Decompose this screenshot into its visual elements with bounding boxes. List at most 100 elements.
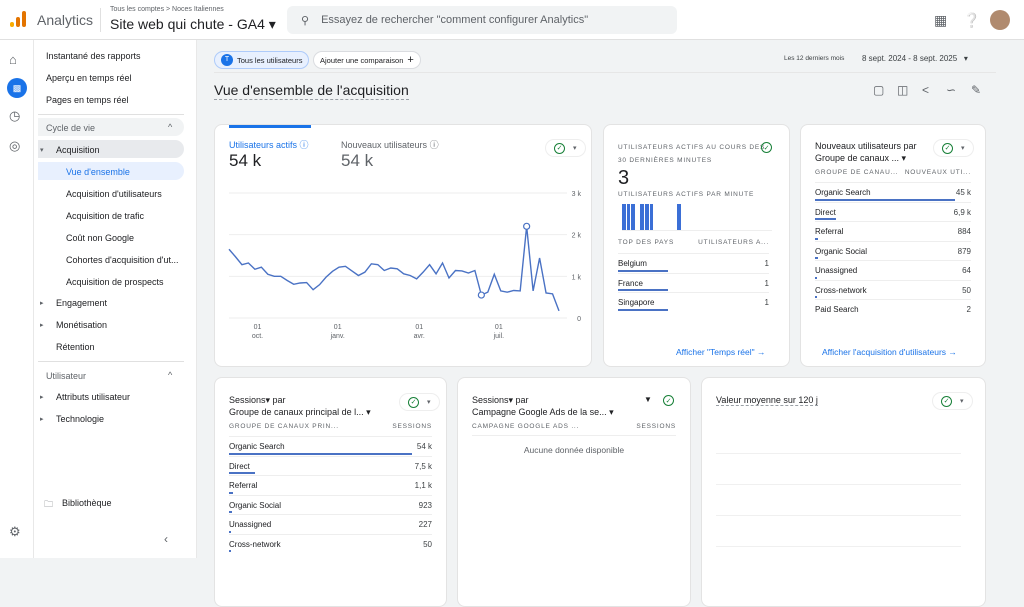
nav-realtime-pages[interactable]: Pages en temps réel <box>46 95 129 105</box>
table-row[interactable]: Unassigned 64 <box>815 260 971 280</box>
nav-item-user-acquisition[interactable]: Acquisition d'utilisateurs <box>66 189 162 199</box>
dimension-selector[interactable]: Groupe de canaux principal de l... ▾ <box>229 407 371 417</box>
check-circle-icon: ✓ <box>663 395 674 406</box>
table-row[interactable]: Referral 884 <box>815 221 971 241</box>
card-title: Nouveaux utilisateurs par Groupe de canau… <box>815 140 917 164</box>
table-row[interactable]: Cross-network 50 <box>229 533 432 554</box>
col-header-channel[interactable]: GROUPE DE CANAUX PRIN... <box>229 423 339 430</box>
compare-icon[interactable]: ◫ <box>897 83 908 97</box>
col-header-sessions[interactable]: SESSIONS <box>392 423 432 430</box>
row-label: Cross-network <box>229 539 281 549</box>
table-row[interactable]: Singapore 1 <box>618 292 769 312</box>
card-options-button[interactable]: ✓ ▾ <box>932 392 973 410</box>
segment-chip[interactable]: T Tous les utilisateurs <box>214 51 310 69</box>
per-minute-bars <box>622 204 772 231</box>
notes-icon[interactable]: ▢ <box>873 83 884 97</box>
nav-retention[interactable]: Rétention <box>56 342 95 352</box>
col-header-sessions[interactable]: SESSIONS <box>636 423 676 430</box>
insights-icon[interactable]: ∽ <box>946 83 956 97</box>
nav-item-traffic-acquisition[interactable]: Acquisition de trafic <box>66 211 144 221</box>
table-row[interactable]: Direct 6,9 k <box>815 201 971 222</box>
link-label: Afficher "Temps réel" <box>676 347 755 357</box>
home-icon[interactable]: ⌂ <box>9 52 17 67</box>
col-header-new-users[interactable]: NOUVEAUX UTI... <box>905 169 971 176</box>
table-row[interactable]: Paid Search 2 <box>815 299 971 319</box>
nav-engagement[interactable]: Engagement <box>56 298 107 308</box>
nav-monetisation[interactable]: Monétisation <box>56 320 107 330</box>
table-row[interactable]: Organic Social 923 <box>229 494 432 515</box>
nav-item-overview[interactable]: Vue d'ensemble <box>66 167 130 177</box>
advertising-icon[interactable]: ◎ <box>9 138 20 154</box>
check-circle-icon: ✓ <box>761 142 772 153</box>
y-tick-label: 2 k <box>572 233 582 240</box>
view-user-acquisition-link[interactable]: Afficher l'acquisition d'utilisateurs → <box>822 347 957 357</box>
nav-item-non-google-cost[interactable]: Coût non Google <box>66 233 134 243</box>
row-label: Unassigned <box>229 520 272 529</box>
row-label: Referral <box>815 227 844 236</box>
avatar[interactable] <box>990 10 1010 30</box>
apps-grid-icon[interactable]: ▦ <box>934 12 947 29</box>
share-icon[interactable]: < <box>922 83 929 97</box>
breadcrumb[interactable]: Tous les comptes > Noces Italiennes <box>110 6 224 13</box>
nav-realtime-overview[interactable]: Aperçu en temps réel <box>46 73 132 83</box>
settings-gear-icon[interactable]: ⚙ <box>9 524 21 540</box>
filter-icon[interactable]: ▼ <box>644 395 652 404</box>
metric-selector[interactable]: Sessions▾ par <box>229 395 286 405</box>
card-options-button[interactable]: ✓ ▾ <box>399 393 440 411</box>
row-value: 2 <box>966 305 971 314</box>
series-line <box>228 226 560 312</box>
row-value: 1,1 k <box>414 481 432 490</box>
card-title[interactable]: Valeur moyenne sur 120 j <box>716 395 818 406</box>
table-row[interactable]: Unassigned 227 <box>229 514 432 534</box>
caret-down-icon: ▾ <box>959 54 968 63</box>
table-row[interactable]: Referral 1,1 k <box>229 475 432 495</box>
anomaly-point <box>523 222 531 230</box>
row-bar <box>815 296 817 298</box>
collapse-chevron-icon[interactable]: ‹ <box>164 532 168 546</box>
overview-chart-card: Utilisateurs actifs ⓘ 54 k Nouveaux util… <box>214 124 592 367</box>
nav-item-cohorts[interactable]: Cohortes d'acquisition d'ut... <box>66 255 179 265</box>
search-input[interactable]: ⚲ Essayez de rechercher "comment configur… <box>287 6 677 34</box>
reports-icon[interactable]: ▩ <box>7 78 27 98</box>
col-header-country[interactable]: TOP DES PAYS <box>618 239 674 246</box>
table-row[interactable]: France 1 <box>618 272 769 293</box>
metric-label: Utilisateurs actifs <box>229 140 298 150</box>
table-row[interactable]: Cross-network 50 <box>815 279 971 300</box>
tab-active-users[interactable]: Utilisateurs actifs ⓘ <box>229 138 309 151</box>
plus-icon: + <box>407 54 414 66</box>
col-header-campaign[interactable]: CAMPAGNE GOOGLE ADS ... <box>472 423 579 430</box>
dimension-selector[interactable]: Groupe de canaux ... ▾ <box>815 153 906 163</box>
col-header-channel[interactable]: GROUPE DE CANAU... <box>815 169 898 176</box>
col-header-users[interactable]: UTILISATEURS A... <box>698 239 769 246</box>
new-users-card: Nouveaux utilisateurs par Groupe de canau… <box>800 124 986 367</box>
help-icon[interactable]: ❔ <box>963 12 980 29</box>
row-value: 227 <box>418 520 432 529</box>
x-tick-day: 01 <box>334 324 342 331</box>
property-selector[interactable]: Site web qui chute - GA4 ▾ <box>110 16 276 33</box>
nav-user-attributes[interactable]: Attributs utilisateur <box>56 392 130 402</box>
table-row[interactable]: Organic Social 879 <box>815 240 971 261</box>
edit-pencil-icon[interactable]: ✎ <box>971 83 981 97</box>
row-value: 879 <box>957 246 971 256</box>
nav-library[interactable]: Bibliothèque <box>62 498 112 508</box>
date-range-picker[interactable]: 8 sept. 2024 - 8 sept. 2025 ▾ <box>862 54 968 63</box>
view-realtime-link[interactable]: Afficher "Temps réel" → <box>676 347 766 357</box>
nav-item-leads[interactable]: Acquisition de prospects <box>66 277 164 287</box>
nav-user-header[interactable]: Utilisateur <box>46 371 86 381</box>
table-row[interactable]: Organic Search 54 k <box>229 436 432 456</box>
explore-icon[interactable]: ◷ <box>9 108 20 124</box>
nav-reports-snapshot[interactable]: Instantané des rapports <box>46 51 141 61</box>
caret-down-icon: ▾ <box>961 145 965 152</box>
nav-technology[interactable]: Technologie <box>56 414 104 424</box>
row-bar <box>229 452 412 455</box>
dimension-selector[interactable]: Campagne Google Ads de la se... ▾ <box>472 407 614 417</box>
table-row[interactable]: Organic Search 45 k <box>815 182 971 202</box>
tab-new-users[interactable]: Nouveaux utilisateurs ⓘ <box>341 138 439 151</box>
row-label: Cross-network <box>815 285 867 295</box>
table-row[interactable]: Direct 7,5 k <box>229 455 432 476</box>
table-row[interactable]: Belgium 1 <box>618 253 769 273</box>
add-comparison-button[interactable]: Ajouter une comparaison + <box>313 51 421 69</box>
card-options-button[interactable]: ✓ ▾ <box>933 139 974 157</box>
metric-selector[interactable]: Sessions▾ par <box>472 395 529 405</box>
divider <box>38 361 184 362</box>
